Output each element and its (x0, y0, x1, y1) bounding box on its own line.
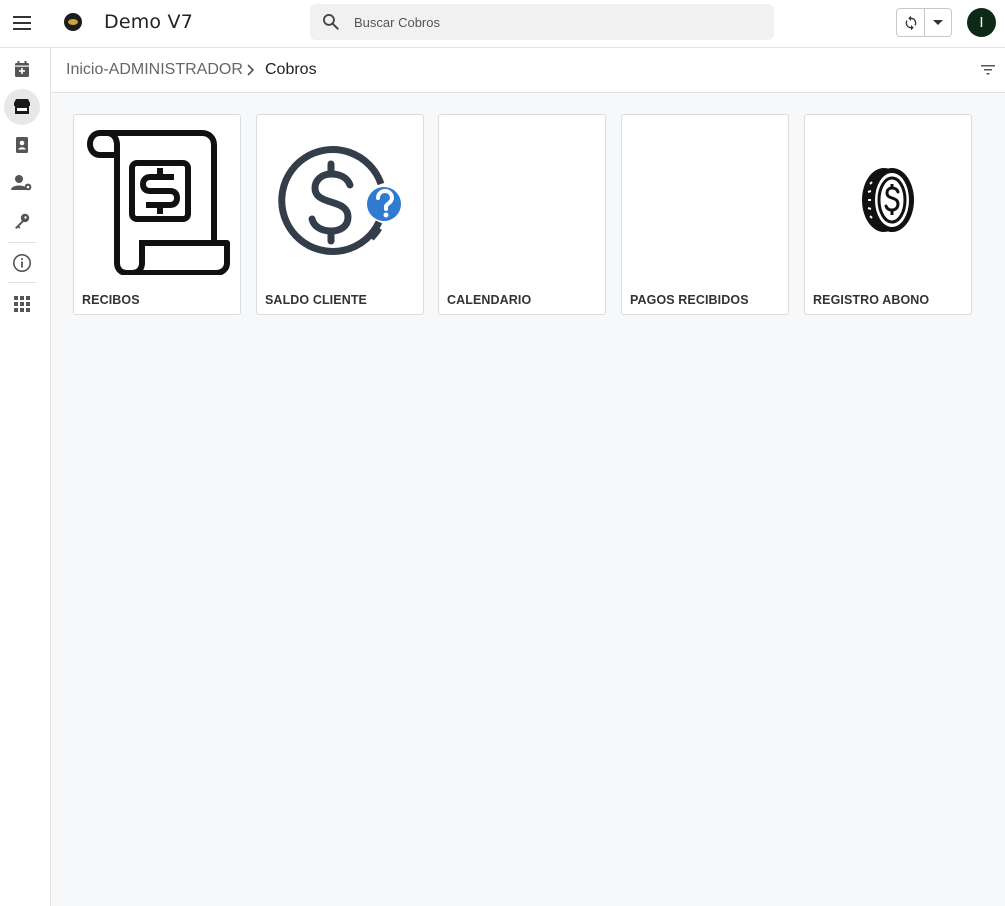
sidebar-divider (8, 282, 36, 283)
card-image-placeholder (622, 115, 788, 285)
filter-icon[interactable] (979, 62, 997, 78)
app-title: Demo V7 (104, 11, 193, 33)
chevron-right-icon (247, 64, 255, 76)
card-label: RECIBOS (82, 293, 140, 307)
sync-button[interactable] (897, 9, 925, 36)
search-bar (310, 4, 774, 40)
breadcrumb-home-link[interactable]: Inicio-ADMINISTRADOR (66, 61, 243, 79)
sidebar (0, 48, 51, 906)
search-icon (323, 14, 339, 30)
breadcrumb-current: Cobros (265, 61, 317, 78)
card-pagos-recibidos[interactable]: PAGOS RECIBIDOS (621, 114, 789, 315)
card-label: PAGOS RECIBIDOS (630, 293, 749, 307)
card-label: SALDO CLIENTE (265, 293, 367, 307)
avatar[interactable]: I (967, 8, 996, 37)
receipt-dollar-icon (74, 115, 240, 285)
sync-icon (905, 15, 916, 30)
card-registro-abono[interactable]: REGISTRO ABONO (804, 114, 972, 315)
app-logo (64, 13, 82, 31)
menu-icon[interactable] (9, 10, 35, 36)
key-icon[interactable] (4, 203, 40, 239)
breadcrumb: Inicio-ADMINISTRADOR Cobros (51, 48, 1005, 93)
card-recibos[interactable]: RECIBOS (73, 114, 241, 315)
card-calendario[interactable]: CALENDARIO (438, 114, 606, 315)
top-bar: Demo V7 I (0, 0, 1005, 48)
calendar-add-icon[interactable] (4, 51, 40, 87)
sync-dropdown-button[interactable] (925, 9, 951, 36)
contact-book-icon[interactable] (4, 127, 40, 163)
sidebar-divider (8, 242, 36, 243)
search-input[interactable] (354, 4, 754, 40)
apps-grid-icon[interactable] (4, 286, 40, 322)
coin-dollar-icon (805, 115, 971, 285)
user-settings-icon[interactable] (4, 165, 40, 201)
store-icon[interactable] (4, 89, 40, 125)
dollar-question-icon (257, 115, 423, 285)
card-saldo-cliente[interactable]: SALDO CLIENTE (256, 114, 424, 315)
sync-button-group (896, 8, 952, 37)
caret-down-icon (933, 19, 943, 25)
card-label: REGISTRO ABONO (813, 293, 930, 307)
info-icon[interactable] (4, 245, 40, 281)
card-label: CALENDARIO (447, 293, 532, 307)
card-image-placeholder (439, 115, 605, 285)
